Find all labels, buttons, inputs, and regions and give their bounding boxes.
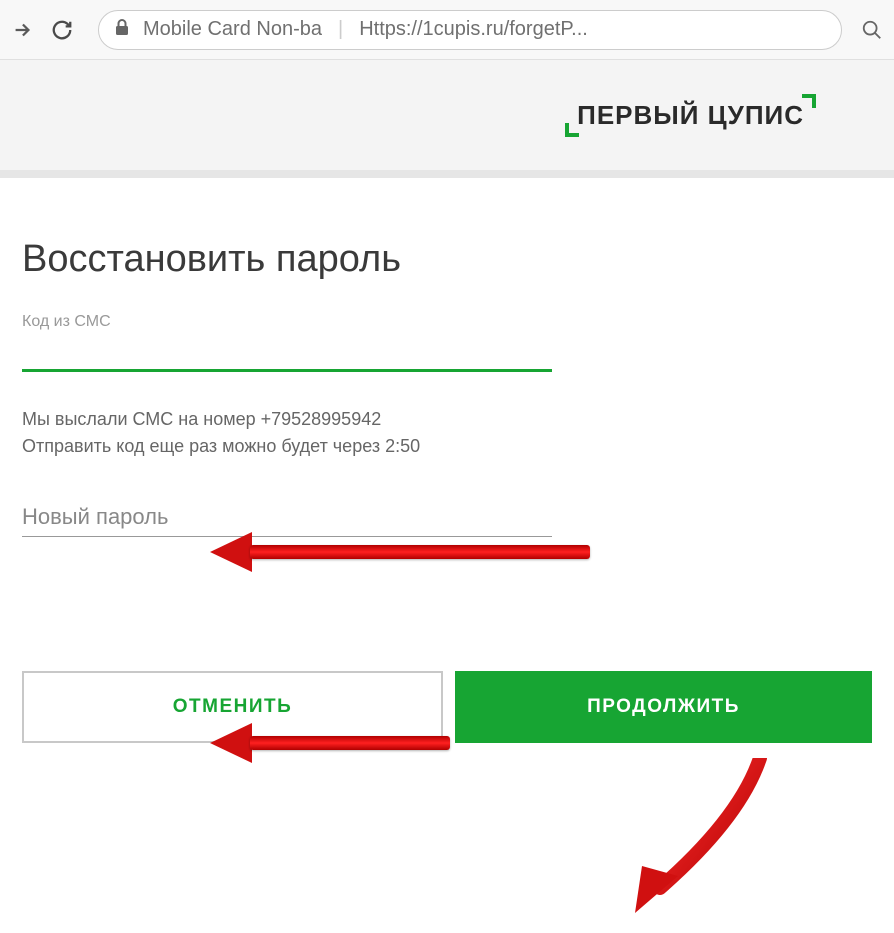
- sms-code-input[interactable]: [22, 333, 552, 372]
- page-title: Восстановить пароль: [22, 238, 872, 281]
- new-password-field[interactable]: Новый пароль: [22, 504, 552, 537]
- sms-code-label: Код из СМС: [22, 313, 872, 331]
- sms-info-text: Мы выслали СМС на номер +79528995942 Отп…: [22, 406, 872, 460]
- sms-sent-info: Мы выслали СМС на номер +79528995942: [22, 406, 872, 433]
- annotation-arrow-3: [620, 758, 760, 908]
- page-title-text: Mobile Card Non-ba: [143, 18, 322, 41]
- site-logo[interactable]: ПЕРВЫЙ ЦУПИС: [567, 96, 814, 135]
- address-bar[interactable]: Mobile Card Non-ba | Https://1cupis.ru/f…: [98, 10, 842, 50]
- reload-button[interactable]: [48, 16, 76, 44]
- resend-timer-info: Отправить код еще раз можно будет через …: [22, 433, 872, 460]
- lock-icon: [115, 19, 129, 40]
- continue-button[interactable]: ПРОДОЛЖИТЬ: [455, 671, 872, 743]
- button-row: ОТМЕНИТЬ ПРОДОЛЖИТЬ: [22, 671, 872, 743]
- page-content: ПЕРВЫЙ ЦУПИС Восстановить пароль Код из …: [0, 60, 894, 783]
- url-separator: |: [338, 18, 343, 41]
- browser-toolbar: Mobile Card Non-ba | Https://1cupis.ru/f…: [0, 0, 894, 60]
- new-password-label: Новый пароль: [22, 504, 168, 529]
- search-icon[interactable]: [858, 16, 886, 44]
- password-recovery-form: Восстановить пароль Код из СМС Мы выслал…: [0, 178, 894, 783]
- cancel-button[interactable]: ОТМЕНИТЬ: [22, 671, 443, 743]
- site-header: ПЕРВЫЙ ЦУПИС: [0, 60, 894, 170]
- url-text: Https://1cupis.ru/forgetP...: [359, 18, 588, 41]
- header-divider: [0, 170, 894, 178]
- forward-button[interactable]: [8, 16, 36, 44]
